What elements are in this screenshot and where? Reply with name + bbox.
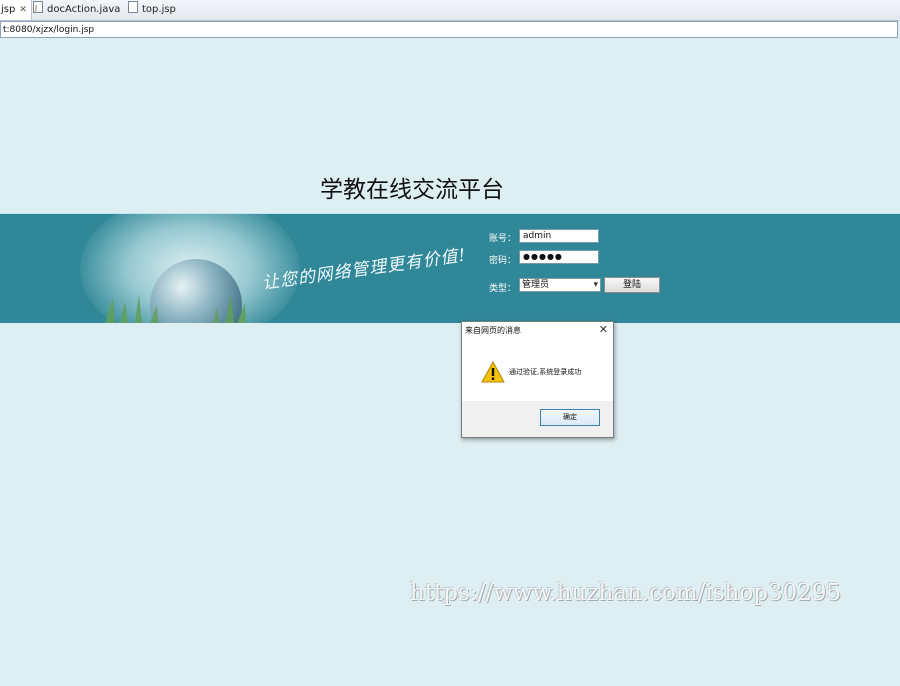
chevron-down-icon: ▾ (593, 280, 598, 290)
tab-close-icon[interactable]: ✕ (19, 5, 27, 15)
password-input[interactable]: ●●●●● (519, 250, 599, 264)
tab-label: docAction.java (47, 4, 121, 15)
tab-label: top.jsp (142, 4, 176, 15)
login-banner: 让您的网络管理更有价值! 账号： admin 密码： ●●●●● 类型： 管理员… (0, 213, 900, 323)
page-title: 学教在线交流平台 (320, 177, 504, 203)
user-type-value: 管理员 (522, 280, 550, 290)
account-label: 账号： (489, 234, 517, 244)
type-label: 类型： (489, 284, 517, 294)
dialog-message: 通过验证,系统登录成功 (509, 368, 582, 376)
user-type-select[interactable]: 管理员 ▾ (519, 278, 601, 292)
tab-label: jsp (1, 4, 16, 15)
dialog-footer: 确定 (462, 401, 613, 437)
grass-image (105, 294, 246, 323)
watermark-text: https://www.huzhan.com/ishop30295 (410, 580, 842, 606)
editor-tab-bar: jsp✕ docAction.java top.jsp (0, 0, 900, 21)
address-bar[interactable]: t:8080/xjzx/login.jsp (0, 21, 898, 38)
alert-dialog: 来自网页的消息 ✕ 通过验证,系统登录成功 确定 (461, 321, 614, 438)
close-icon[interactable]: ✕ (599, 323, 608, 336)
tab-login-jsp[interactable]: jsp ✕ (0, 0, 32, 20)
login-button[interactable]: 登陆 (604, 277, 660, 293)
java-file-icon (33, 0, 43, 18)
warning-icon (481, 361, 505, 383)
tab-top-jsp[interactable]: top.jsp (128, 0, 176, 20)
ok-button[interactable]: 确定 (540, 409, 600, 426)
jsp-file-icon (128, 1, 138, 13)
account-input[interactable]: admin (519, 229, 599, 243)
dialog-title: 来自网页的消息 (465, 326, 521, 335)
password-label: 密码： (489, 256, 517, 266)
tab-docaction-java[interactable]: docAction.java (33, 0, 120, 20)
